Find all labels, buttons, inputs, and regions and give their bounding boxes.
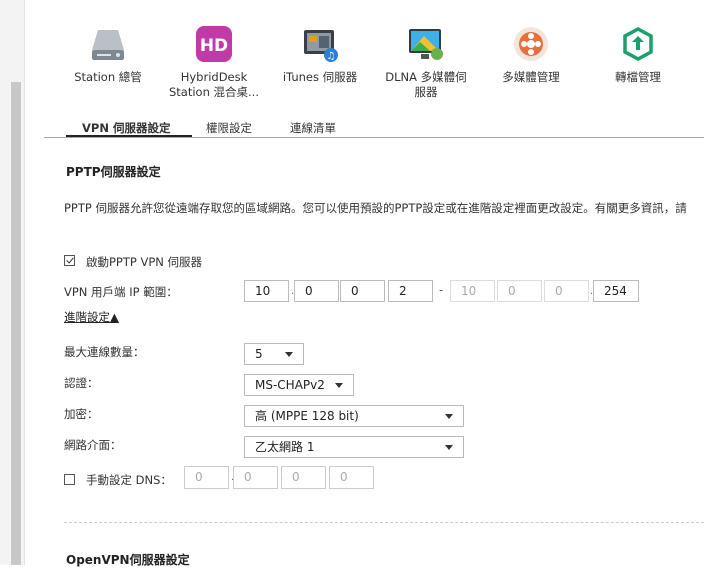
manual-dns-checkbox[interactable] (64, 474, 75, 485)
max-connections-label: 最大連線數量： (64, 345, 145, 359)
network-interface-label: 網路介面： (64, 438, 122, 452)
svg-text:♫: ♫ (327, 51, 336, 62)
app-dlna-server[interactable]: DLNA 多媒體伺服器 (366, 24, 486, 100)
ip-start-octet-4[interactable]: 2 (388, 280, 433, 302)
multimedia-icon (511, 24, 551, 64)
ip-range-separator: - (439, 283, 444, 297)
ip-start-octet-3[interactable]: 0 (340, 280, 385, 302)
chevron-down-icon (335, 383, 343, 388)
select-value: 高 (MPPE 128 bit) (255, 409, 359, 423)
app-itunes-server[interactable]: ♫ iTunes 伺服器 (260, 24, 380, 85)
ip-end-octet-4[interactable]: 254 (593, 280, 639, 302)
app-hybriddesk[interactable]: HD HybridDesk Station 混合桌... (154, 24, 274, 100)
section-divider (64, 522, 704, 523)
app-multimedia[interactable]: 多媒體管理 (471, 24, 591, 85)
ip-start-octet-1[interactable]: 10 (244, 280, 289, 302)
openvpn-section-title: OpenVPN伺服器設定 (66, 553, 190, 567)
encryption-label: 加密： (64, 407, 99, 421)
dns-octet-2: 0 (233, 466, 278, 489)
ip-start-octet-2[interactable]: 0 (294, 280, 339, 302)
advanced-settings-link[interactable]: 進階設定▲ (64, 309, 119, 325)
auth-select[interactable]: MS-CHAPv2 (244, 374, 354, 396)
enable-pptp-checkbox[interactable] (64, 255, 75, 266)
chevron-down-icon (285, 352, 293, 357)
station-manager-icon (88, 24, 128, 64)
app-label: 多媒體管理 (502, 70, 560, 84)
app-label: HybridDesk Station 混合桌... (168, 70, 259, 99)
tab-vpn-server-settings[interactable]: VPN 伺服器設定 (82, 120, 170, 136)
app-label: DLNA 多媒體伺服器 (385, 70, 467, 99)
svg-text:HD: HD (200, 36, 228, 56)
ip-end-octet-1: 10 (450, 280, 495, 302)
app-label: iTunes 伺服器 (282, 70, 358, 84)
itunes-server-icon: ♫ (300, 24, 340, 64)
dns-octet-3: 0 (281, 466, 326, 489)
tab-bar: VPN 伺服器設定 權限設定 連線清單 (44, 114, 704, 138)
chevron-down-icon (445, 445, 453, 450)
app-transcode[interactable]: 轉檔管理 (578, 24, 698, 85)
vertical-scrollbar[interactable] (0, 0, 25, 565)
ip-end-octet-2: 0 (497, 280, 542, 302)
ip-end-octet-3: 0 (544, 280, 589, 302)
enable-pptp-label: 啟動PPTP VPN 伺服器 (86, 255, 203, 269)
encryption-select[interactable]: 高 (MPPE 128 bit) (244, 405, 464, 427)
app-label: 轉檔管理 (615, 70, 661, 84)
app-station-manager[interactable]: Station 總管 (48, 24, 168, 85)
network-interface-select[interactable]: 乙太網路 1 (244, 436, 464, 458)
max-connections-select[interactable]: 5 (244, 343, 304, 365)
pptp-description: PPTP 伺服器允許您從遠端存取您的區域網路。您可以使用預設的PPTP設定或在進… (64, 201, 687, 215)
manual-dns-label: 手動設定 DNS： (86, 473, 172, 487)
chevron-down-icon (445, 414, 453, 419)
dns-octet-4: 0 (329, 466, 374, 489)
app-label: Station 總管 (74, 70, 142, 84)
tab-permissions[interactable]: 權限設定 (206, 120, 252, 136)
ip-range-label: VPN 用戶端 IP 範圍： (64, 285, 178, 299)
select-value: MS-CHAPv2 (255, 378, 325, 392)
transcode-icon (618, 24, 658, 64)
active-tab-indicator (66, 135, 192, 137)
dns-octet-1: 0 (184, 466, 229, 489)
select-value: 5 (255, 347, 263, 361)
auth-label: 認證： (64, 376, 99, 390)
dlna-server-icon (406, 24, 446, 64)
pptp-section-title: PPTP伺服器設定 (66, 165, 161, 179)
scrollbar-thumb[interactable] (11, 82, 21, 565)
tab-connection-list[interactable]: 連線清單 (290, 120, 336, 136)
select-value: 乙太網路 1 (255, 440, 315, 454)
hybriddesk-icon: HD (194, 24, 234, 64)
